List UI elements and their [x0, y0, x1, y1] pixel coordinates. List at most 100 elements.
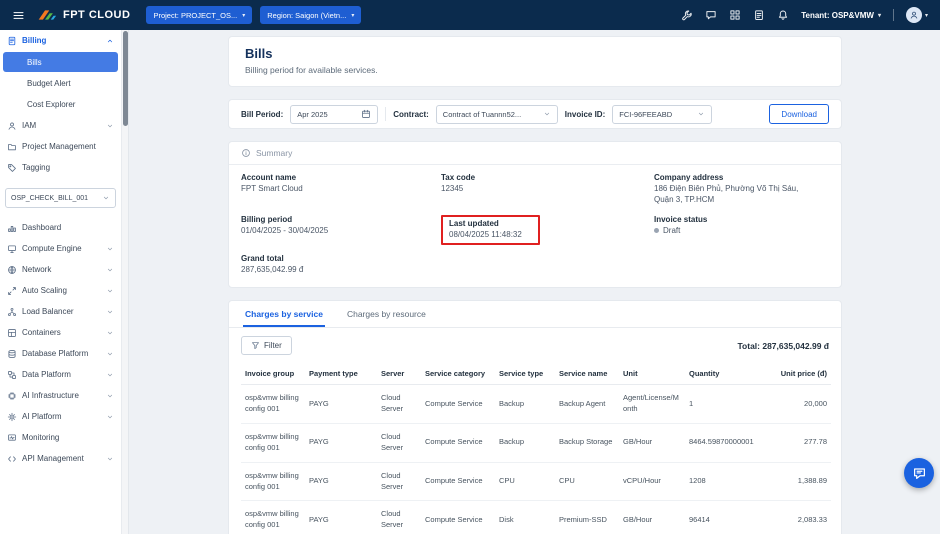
table-row: osp&vmw billing config 001 PAYG Cloud Serv…	[241, 500, 831, 534]
bill-period-input[interactable]: Apr 2025	[290, 104, 379, 124]
tab-charges-by-resource[interactable]: Charges by resource	[345, 301, 428, 327]
status-dot	[654, 228, 659, 234]
bell-icon[interactable]	[777, 9, 789, 21]
sidebar-item-iam[interactable]: IAM	[0, 115, 121, 136]
table-row: osp&vmw billing config 001 PAYG Cloud Serv…	[241, 423, 831, 463]
cell-unit: Agent/License/Month	[619, 384, 685, 424]
dashboard-icon	[7, 223, 17, 233]
col-header-unit: Unit	[619, 363, 685, 386]
sidebar-item-label: IAM	[22, 121, 37, 130]
sidebar-item-ai-platform[interactable]: AI Platform	[0, 406, 121, 427]
cell-payment-type: PAYG	[305, 423, 377, 463]
ai-platform-icon	[7, 412, 17, 422]
user-menu[interactable]: ▾	[905, 7, 928, 23]
summary-card: Summary Account name FPT Smart Cloud Tax…	[228, 141, 842, 289]
cell-quantity: 1	[685, 384, 761, 424]
sidebar-item-ai-infrastructure[interactable]: AI Infrastructure	[0, 385, 121, 406]
cell-invoice-group: osp&vmw billing config 001	[241, 384, 305, 424]
tenant-label: Tenant: OSP&VMW	[801, 10, 874, 20]
sidebar-item-tagging[interactable]: Tagging	[0, 157, 121, 178]
divider	[385, 107, 387, 121]
scrollbar-thumb[interactable]	[123, 31, 128, 126]
sidebar-item-load-balancer[interactable]: Load Balancer	[0, 301, 121, 322]
chevron-down-icon	[106, 308, 114, 316]
chevron-down-icon	[106, 371, 114, 379]
logo-text: FPT CLOUD	[63, 9, 131, 21]
chevron-down-icon	[106, 413, 114, 421]
sidebar-item-label: Data Platform	[22, 370, 71, 379]
page-title: Bills	[245, 46, 273, 61]
sidebar-item-cost-explorer[interactable]: Cost Explorer	[0, 94, 121, 115]
cell-invoice-group: osp&vmw billing config 001	[241, 423, 305, 463]
menu-icon[interactable]	[12, 9, 25, 22]
project-selector-label: Project: PROJECT_OS...	[153, 10, 238, 20]
summary-header: Summary	[229, 142, 841, 165]
sidebar-item-containers[interactable]: Containers	[0, 322, 121, 343]
fpt-cloud-logo: FPT CLOUD	[37, 8, 130, 22]
chevron-down-icon	[106, 266, 114, 274]
status-badge: Draft	[663, 225, 681, 235]
sidebar-item-compute-engine[interactable]: Compute Engine	[0, 238, 121, 259]
sidebar-item-label: Monitoring	[22, 433, 60, 442]
table-controls: Filter Total: 287,635,042.99 đ	[229, 328, 841, 361]
sidebar-item-database-platform[interactable]: Database Platform	[0, 343, 121, 364]
sidebar-nav: Billing Bills Budget Alert Cost Explorer IAM…	[0, 30, 121, 469]
col-header-server: Server	[377, 363, 421, 386]
containers-icon	[7, 328, 17, 338]
region-selector[interactable]: Region: Saigon (Vietn... ▾	[260, 6, 362, 24]
divider	[892, 9, 894, 21]
chat-icon[interactable]	[705, 9, 717, 21]
sidebar-item-api-management[interactable]: API Management	[0, 448, 121, 469]
cell-server: Cloud Server	[377, 384, 421, 424]
sidebar-item-dashboard[interactable]: Dashboard	[0, 217, 121, 238]
fpt-logo-mark	[37, 8, 59, 22]
cell-service-name: Backup Storage	[555, 423, 619, 463]
sidebar-item-label: Billing	[22, 36, 47, 45]
table-row: osp&vmw billing config 001 PAYG Cloud Serv…	[241, 462, 831, 502]
sidebar-item-billing[interactable]: Billing	[0, 30, 121, 51]
chevron-down-icon	[102, 194, 110, 202]
sidebar-scrollbar[interactable]	[121, 30, 129, 534]
cell-service-name: CPU	[555, 462, 619, 502]
filter-button-label: Filter	[264, 341, 282, 351]
ai-infra-icon	[7, 391, 17, 401]
sidebar-item-project-management[interactable]: Project Management	[0, 136, 121, 157]
sidebar-item-label: Database Platform	[22, 349, 89, 358]
dataplatform-icon	[7, 370, 17, 380]
cell-service-type: Backup	[495, 384, 555, 424]
wrench-icon[interactable]	[681, 9, 693, 21]
caret-down-icon: ▾	[351, 12, 355, 19]
col-header-service-category: Service category	[421, 363, 495, 386]
support-fab[interactable]	[904, 458, 934, 488]
sidebar-item-auto-scaling[interactable]: Auto Scaling	[0, 280, 121, 301]
cell-service-category: Compute Service	[421, 462, 495, 502]
sidebar-item-bills[interactable]: Bills	[3, 52, 118, 72]
contract-select[interactable]: Contract of Tuannn52...	[435, 104, 558, 124]
sidebar-item-label: Project Management	[22, 142, 96, 151]
sidebar-item-label: Budget Alert	[27, 79, 71, 88]
chevron-down-icon	[106, 122, 114, 130]
tab-charges-by-service[interactable]: Charges by service	[243, 301, 325, 328]
sidebar-item-network[interactable]: Network	[0, 259, 121, 280]
sidebar-item-budget-alert[interactable]: Budget Alert	[0, 73, 121, 94]
sidebar-project-select[interactable]: OSP_CHECK_BILL_001	[5, 188, 116, 208]
autoscale-icon	[7, 286, 17, 296]
tenant-selector[interactable]: Tenant: OSP&VMW ▾	[801, 11, 881, 20]
clipboard-icon[interactable]	[753, 9, 765, 21]
contract-value: Contract of Tuannn52...	[442, 109, 522, 119]
filter-button[interactable]: Filter	[241, 336, 292, 356]
sidebar-project-select-value: OSP_CHECK_BILL_001	[11, 194, 89, 202]
project-selector[interactable]: Project: PROJECT_OS... ▾	[146, 6, 253, 24]
summary-grand-total: Grand total 287,635,042.99 đ	[241, 254, 304, 275]
iam-icon	[7, 121, 17, 131]
cell-service-category: Compute Service	[421, 384, 495, 424]
sidebar-item-monitoring[interactable]: Monitoring	[0, 427, 121, 448]
download-button[interactable]: Download	[769, 104, 829, 124]
monitoring-icon	[7, 433, 17, 443]
apps-grid-icon[interactable]	[729, 9, 741, 21]
cell-service-type: CPU	[495, 462, 555, 502]
sidebar-item-data-platform[interactable]: Data Platform	[0, 364, 121, 385]
sidebar-item-label: Cost Explorer	[27, 100, 76, 109]
invoice-id-select[interactable]: FCI-96FEEABD	[612, 104, 713, 124]
cell-invoice-group: osp&vmw billing config 001	[241, 462, 305, 502]
